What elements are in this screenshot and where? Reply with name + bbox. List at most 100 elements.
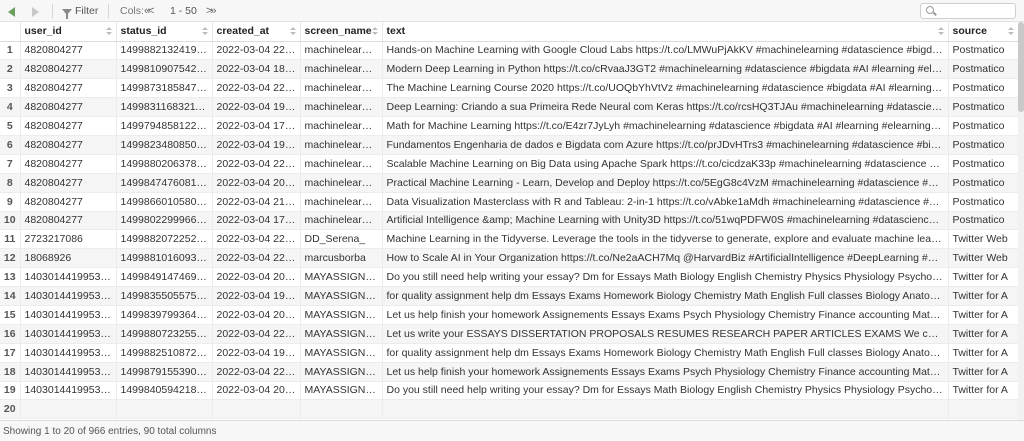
table-cell: MAYASSIGNMENT1 [300,324,383,344]
table-row[interactable]: 1314030144199536353321499849147469467655… [0,267,1019,288]
column-header[interactable]: created_at [212,22,301,42]
table-cell [212,399,301,420]
column-header-label: screen_name [304,25,372,38]
table-cell: 2022-03-04 19:53:44 [212,286,301,306]
table-cell: Machine Learning in the Tidyverse. Lever… [382,229,949,250]
column-header[interactable]: text [382,22,949,42]
table-row[interactable]: 7482080427714998802063786229792022-03-04… [0,154,1019,174]
row-index-cell: 8 [0,173,21,193]
table-row[interactable]: 1714030144199536353321499882510872201216… [0,343,1019,363]
column-header[interactable]: screen_name [300,22,383,42]
table-cell: Postmatico [948,192,1019,212]
table-cell: Postmatico [948,135,1019,155]
column-header-label: user_id [24,25,62,38]
table-cell: for quality assignment help dm Essays Ex… [382,343,949,363]
table-cell [20,399,117,420]
table-cell: 2022-03-04 19:05:57 [212,135,301,155]
table-cell: 1403014419953635332 [20,381,117,401]
table-cell: 1403014419953635332 [20,286,117,306]
table-cell: 4820804277 [20,41,117,61]
table-cell: 2022-03-04 21:54:57 [212,192,301,212]
table-row[interactable]: 1614030144199536353321499880723255377925… [0,324,1019,344]
table-row[interactable]: 2482080427714998109075426672652022-03-04… [0,59,1019,80]
table-cell: machinelearnflx [300,135,383,155]
table-cell: Fundamentos Engenharia de dados e Bigdat… [382,135,949,155]
sort-icon[interactable] [1007,27,1014,36]
sort-icon[interactable] [937,27,944,36]
table-row[interactable]: 1814030144199536353321499879155390988288… [0,362,1019,382]
table-cell: machinelearnflx [300,78,383,99]
table-cell: 1499879155390988288 [116,362,213,382]
column-header[interactable]: source [948,22,1019,42]
sort-icon[interactable] [105,27,112,36]
row-index-cell: 1 [0,41,21,61]
table-cell: 4820804277 [20,173,117,193]
back-arrow-icon [6,4,20,18]
table-row[interactable]: 5482080427714997948581223506022022-03-04… [0,116,1019,136]
table-cell: 2022-03-04 17:12:13 [212,116,301,136]
table-cell: 4820804277 [20,154,117,174]
vertical-scrollbar-thumb[interactable] [1018,22,1024,112]
table-cell: for quality assignment help dm Essays Ex… [382,286,949,306]
row-index-cell: 4 [0,97,21,118]
table-row[interactable]: 6482080427714998234808509997122022-03-04… [0,135,1019,155]
table-cell: machinelearnflx [300,192,383,212]
table-cell: Postmatico [948,41,1019,61]
table-row[interactable]: 11272321708614998820722525061222022-03-0… [0,229,1019,250]
table-row[interactable]: 1414030144199536353321499835505575399424… [0,286,1019,306]
table-cell: 1499839799364104195 [116,305,213,325]
table-cell: 1403014419953635332 [20,343,117,363]
table-cell: 4820804277 [20,211,117,231]
table-cell: 1499810907542667265 [116,59,213,80]
cols-prev-button[interactable]: «< [144,3,154,19]
table-cell: 1499835505575399424 [116,286,213,306]
table-cell: 2022-03-04 20:47:57 [212,267,301,288]
table-cell: 2022-03-04 18:16:00 [212,59,301,80]
table-row[interactable]: 3482080427714998731858477219842022-03-04… [0,78,1019,99]
table-row[interactable]: 9482080427714998660105806233622022-03-04… [0,192,1019,212]
table-cell: marcusborba [300,248,383,269]
column-header[interactable]: status_id [116,22,213,42]
table-cell: The Machine Learning Course 2020 https:/… [382,78,949,99]
table-cell: 1403014419953635332 [20,305,117,325]
search-box[interactable] [920,3,1016,19]
table-cell: 1403014419953635332 [20,324,117,344]
table-cell: 1499873185847721984 [116,78,213,99]
column-header[interactable]: user_id [20,22,117,42]
table-row[interactable]: 20 [0,399,1019,420]
filter-button[interactable]: Filter [62,3,98,19]
row-index-cell: 20 [0,399,21,420]
search-input[interactable] [937,4,1013,18]
forward-arrow-icon [28,4,42,18]
table-cell: Practical Machine Learning - Learn, Deve… [382,173,949,193]
table-row[interactable]: 1482080427714998821324197888002022-03-04… [0,41,1019,61]
table-cell: 4820804277 [20,192,117,212]
table-cell: 2022-03-04 22:59:01 [212,41,301,61]
sort-icon[interactable] [289,27,296,36]
cols-next-button[interactable]: >» [206,3,216,19]
table-cell: Twitter Web [948,248,1019,269]
sort-icon[interactable] [201,27,208,36]
data-viewer-toolbar: Filter Cols: «< 1 - 50 >» [0,0,1024,22]
table-cell: 1499880723255377925 [116,324,213,344]
table-cell: Hands-on Machine Learning with Google Cl… [382,41,949,61]
row-index-cell: 5 [0,116,21,136]
cols-label: Cols: [120,5,144,17]
back-button[interactable] [6,3,20,19]
row-index-cell: 11 [0,229,21,250]
table-cell: 1499880206378622979 [116,154,213,174]
table-row[interactable]: 10482080427714998022999669309502022-03-0… [0,211,1019,231]
table-cell: MAYASSIGNMENT1 [300,362,383,382]
table-cell: 1499847476081303558 [116,173,213,193]
table-row[interactable]: 121806892614998810160932003892022-03-04 … [0,248,1019,269]
table-cell [382,399,949,420]
table-cell: 4820804277 [20,78,117,99]
table-row[interactable]: 4482080427714998311683211304972022-03-04… [0,97,1019,118]
table-row[interactable]: 8482080427714998474760813035582022-03-04… [0,173,1019,193]
table-row[interactable]: 1514030144199536353321499839799364104195… [0,305,1019,325]
table-cell: 1499866010580623362 [116,192,213,212]
sort-icon[interactable] [371,27,378,36]
table-row[interactable]: 1914030144199536353321499840594218295297… [0,381,1019,401]
forward-button[interactable] [28,3,42,19]
table-cell: 4820804277 [20,116,117,136]
